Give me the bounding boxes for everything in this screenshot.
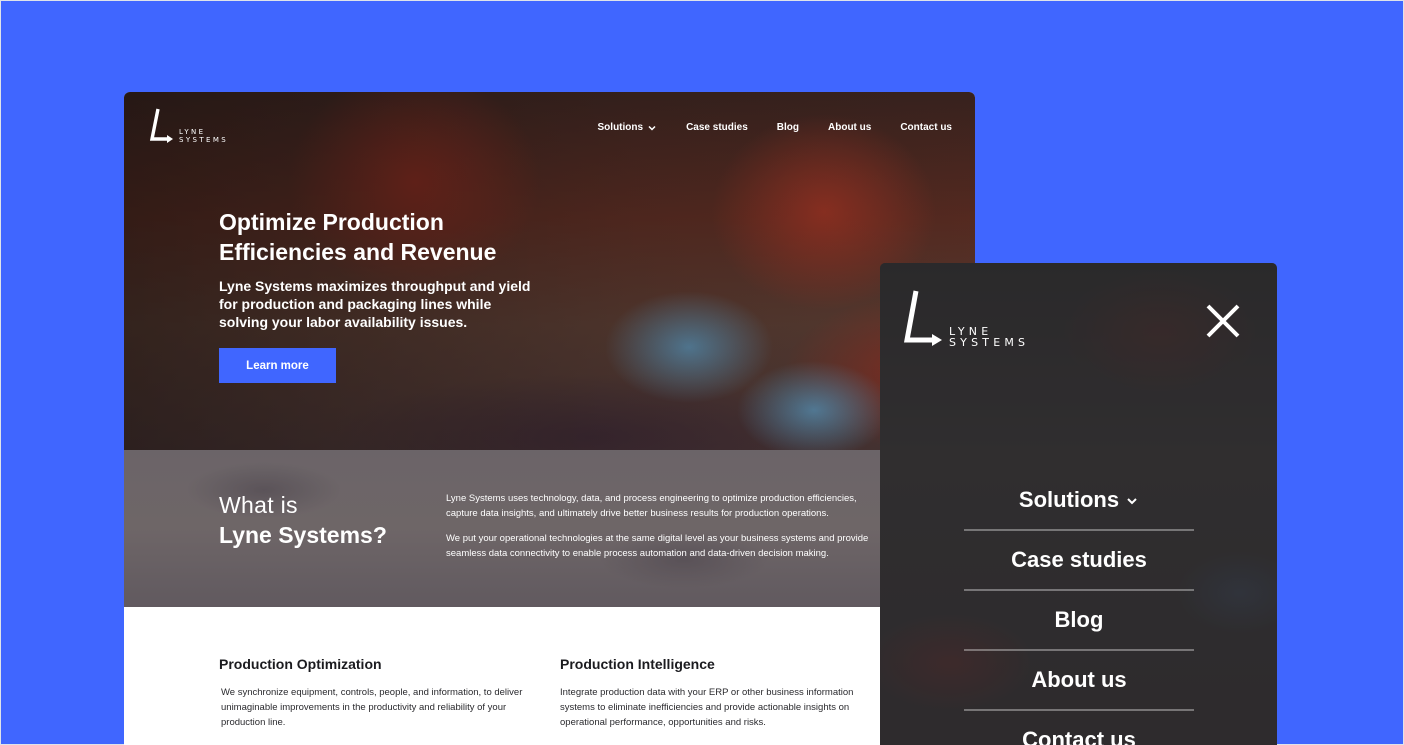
desktop-page-preview: LYNE SYSTEMS Solutions Case studies Blog…: [124, 92, 975, 745]
nav-item-label: About us: [828, 122, 872, 133]
nav-item-label: Blog: [776, 122, 799, 133]
hero-title: Optimize Production Efficiencies and Rev…: [219, 207, 539, 267]
logo-wordmark: LYNE SYSTEMS: [949, 326, 1029, 349]
mobile-nav-item-blog[interactable]: Blog: [964, 589, 1194, 649]
mobile-nav-item-label: Case studies: [1011, 547, 1147, 572]
lyne-logo-mark-icon: [903, 290, 942, 346]
mobile-nav-item-case-studies[interactable]: Case studies: [964, 529, 1194, 589]
mobile-nav-item-label: Blog: [1054, 607, 1104, 632]
about-paragraph-2: We put your operational technologies at …: [446, 533, 869, 559]
close-icon[interactable]: [1205, 303, 1241, 339]
nav-item-about-us[interactable]: About us: [828, 122, 871, 133]
logo-line-2: SYSTEMS: [179, 135, 229, 144]
feature-title-production-intelligence: Production Intelligence: [560, 656, 715, 672]
mobile-site-logo[interactable]: LYNE SYSTEMS: [902, 289, 1029, 349]
mobile-menu-preview: LYNE SYSTEMS Solutions Case studies Blog…: [880, 263, 1277, 745]
mobile-nav-item-contact-us[interactable]: Contact us: [964, 709, 1194, 745]
hero-title-line-2: Efficiencies and Revenue: [219, 239, 497, 265]
nav-item-solutions[interactable]: Solutions: [598, 122, 658, 133]
logo-line-2: SYSTEMS: [949, 336, 1030, 350]
main-nav: Solutions Case studies Blog About us Con…: [598, 122, 952, 133]
feature-title-production-optimization: Production Optimization: [219, 656, 382, 672]
learn-more-button[interactable]: Learn more: [219, 348, 336, 383]
mobile-nav-item-label: Contact us: [1022, 727, 1136, 745]
about-heading-line-1: What is: [219, 492, 298, 518]
mobile-nav-item-about-us[interactable]: About us: [964, 649, 1194, 709]
features-section: Production Optimization We synchronize e…: [124, 607, 975, 745]
nav-item-contact-us[interactable]: Contact us: [900, 122, 952, 133]
nav-item-blog[interactable]: Blog: [777, 122, 799, 133]
mobile-nav-item-solutions[interactable]: Solutions: [964, 471, 1194, 529]
nav-item-label: Case studies: [686, 122, 748, 133]
mobile-nav: Solutions Case studies Blog About us Con…: [964, 471, 1194, 745]
logo-wordmark: LYNE SYSTEMS: [179, 128, 229, 144]
chevron-down-icon: [648, 125, 656, 131]
lyne-logo-mark-icon: [149, 108, 173, 143]
feature-text-production-optimization: We synchronize equipment, controls, peop…: [221, 687, 523, 728]
nav-item-label: Contact us: [900, 122, 952, 133]
hero-title-line-1: Optimize Production: [219, 209, 444, 235]
hero-background-image: [124, 92, 975, 450]
site-logo[interactable]: LYNE SYSTEMS: [149, 108, 228, 146]
feature-text-production-intelligence: Integrate production data with your ERP …: [560, 687, 854, 728]
mobile-nav-item-label: About us: [1031, 667, 1127, 692]
about-heading-line-2: Lyne Systems?: [219, 522, 387, 548]
hero-overlay: [124, 92, 975, 450]
chevron-down-icon: [1127, 498, 1137, 505]
mobile-nav-item-label: Solutions: [1018, 487, 1120, 512]
hero-subtitle: Lyne Systems maximizes throughput and yi…: [219, 278, 531, 330]
about-paragraph-1: Lyne Systems uses technology, data, and …: [446, 493, 857, 519]
nav-item-label: Solutions: [597, 122, 644, 133]
nav-item-case-studies[interactable]: Case studies: [686, 122, 748, 133]
